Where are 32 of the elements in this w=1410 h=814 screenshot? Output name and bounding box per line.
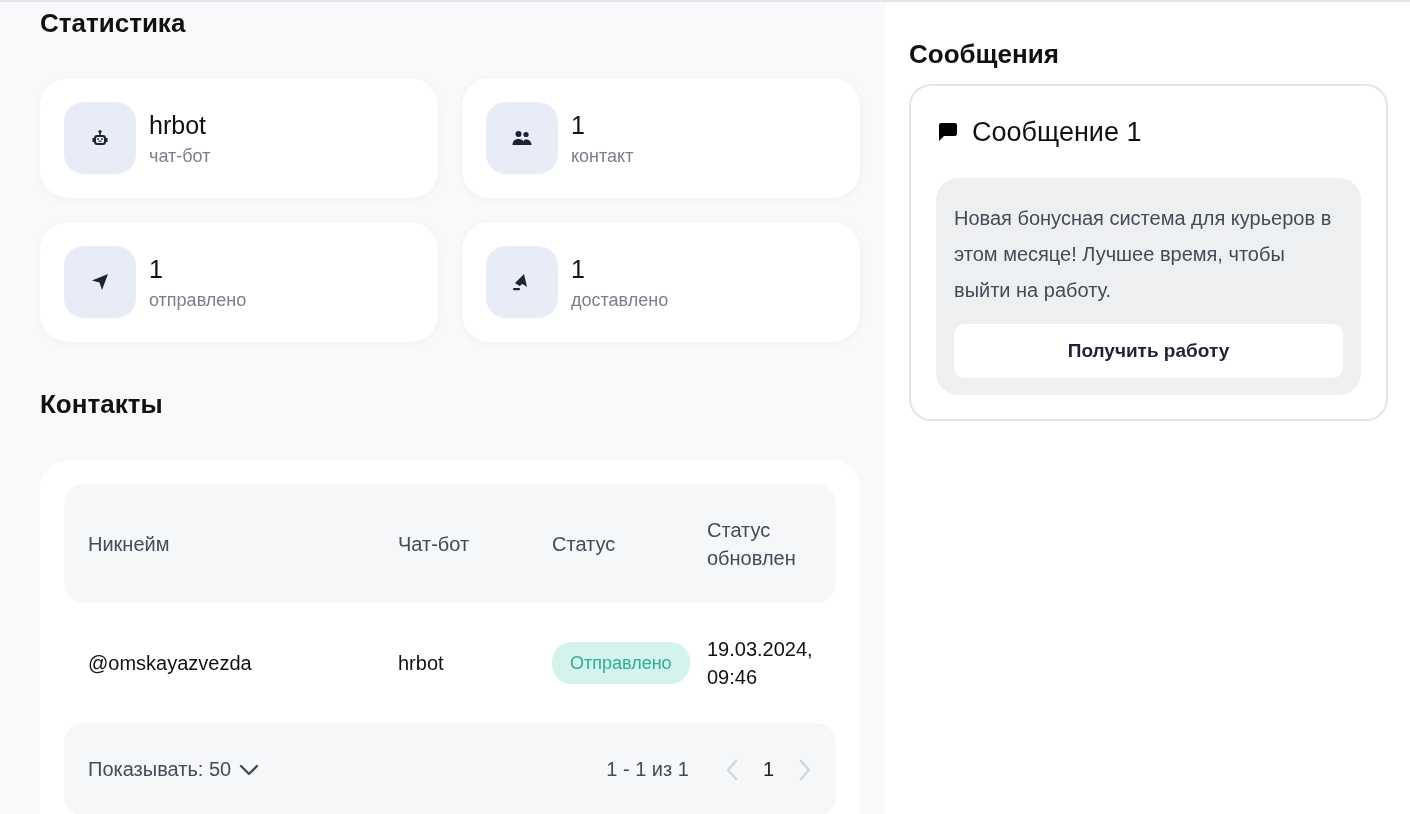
- message-title: Сообщение 1: [972, 116, 1142, 149]
- stat-value: 1: [571, 109, 586, 140]
- chevron-left-icon: [724, 758, 739, 781]
- chat-bubble-icon: [938, 122, 958, 142]
- robot-icon: [91, 129, 109, 147]
- column-header: Статус обновлен: [707, 517, 797, 571]
- status-badge: Отправлено: [552, 642, 690, 684]
- chevron-right-icon: [798, 758, 812, 781]
- paper-plane-icon: [91, 273, 109, 291]
- table-cell-text: 19.03.2024, 09:46: [707, 637, 814, 690]
- get-job-button[interactable]: Получить работу: [954, 324, 1343, 378]
- column-header: Никнейм: [88, 531, 171, 557]
- page-number[interactable]: 1: [762, 758, 774, 781]
- stat-value: 1: [149, 253, 164, 284]
- stat-label: доставлено: [571, 289, 669, 311]
- stat-label: контакт: [571, 145, 634, 167]
- stat-label: чат-бот: [149, 145, 211, 167]
- message-text: Новая бонусная система для курьеров в этом месяце! Лучшее время, чтобы выйти на работу.: [954, 206, 1333, 303]
- section-title: Статистика: [40, 7, 187, 40]
- section-title: Сообщения: [909, 38, 1060, 71]
- people-icon: [512, 130, 532, 146]
- column-header: Статус: [552, 531, 617, 557]
- section-title: Контакты: [40, 388, 164, 421]
- stat-label: отправлено: [149, 289, 247, 311]
- table-cell-text: hrbot: [398, 651, 445, 676]
- table-cell-text: @omskayazvezda: [88, 651, 253, 676]
- stat-value: 1: [571, 253, 586, 284]
- stat-value: hrbot: [149, 109, 207, 140]
- page-range: 1 - 1 из 1: [606, 758, 689, 781]
- chevron-down-icon: [239, 763, 260, 776]
- column-header: Чат-бот: [398, 531, 471, 557]
- page-size-dropdown[interactable]: Показывать: 50: [88, 758, 260, 781]
